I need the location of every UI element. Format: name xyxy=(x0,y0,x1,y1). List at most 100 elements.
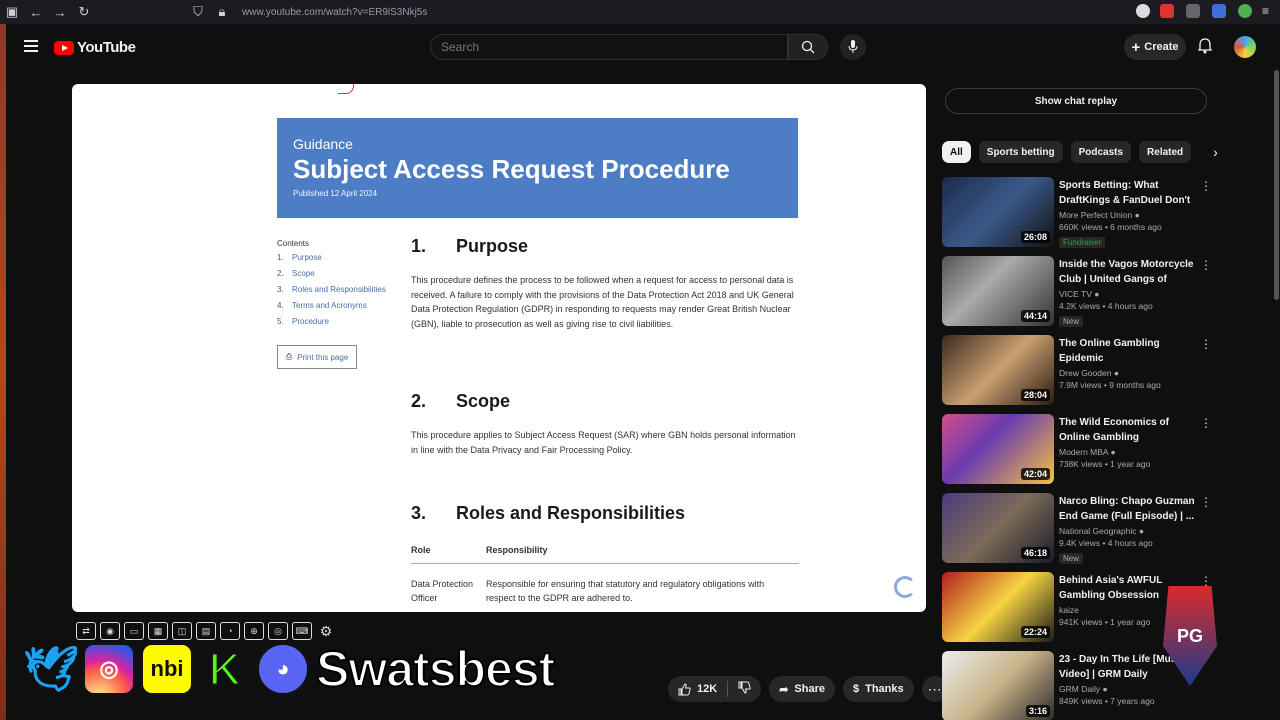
search-box[interactable] xyxy=(430,34,788,60)
video-meta: 9.4K views • 4 hours ago xyxy=(1059,538,1153,548)
video-title[interactable]: The Online Gambling Epidemic xyxy=(1059,337,1199,366)
like-count: 12K xyxy=(697,683,718,695)
url-text[interactable]: www.youtube.com/watch?v=ER9lS3Nkj5s xyxy=(242,7,427,18)
duration-badge: 44:14 xyxy=(1020,310,1050,322)
section-body: This procedure defines the process to be… xyxy=(411,275,794,329)
search-input[interactable] xyxy=(441,40,787,54)
list-item[interactable]: 28:04 The Online Gambling Epidemic Drew … xyxy=(942,335,1212,414)
video-player[interactable]: Guidance Subject Access Request Procedur… xyxy=(72,84,926,612)
video-thumbnail[interactable]: 46:18 xyxy=(942,493,1054,563)
channel-name[interactable]: National Geographic ● xyxy=(1059,526,1199,536)
channel-name[interactable]: More Perfect Union ● xyxy=(1059,210,1199,220)
contents-title: Contents xyxy=(277,239,310,248)
video-meta: 7.9M views • 9 months ago xyxy=(1059,380,1161,390)
channel-name[interactable]: VICE TV ● xyxy=(1059,289,1199,299)
thumbs-down-icon xyxy=(738,681,751,694)
twitter-icon: 🕊︎ xyxy=(23,645,79,694)
list-item[interactable]: 44:14 Inside the Vagos Motorcycle Club |… xyxy=(942,256,1212,335)
roles-table: Role Responsibility Data Protection Offi… xyxy=(411,545,799,605)
channel-name[interactable]: GRM Daily ● xyxy=(1059,684,1199,694)
toc-item: 5. Procedure xyxy=(277,317,329,326)
lock-icon: 🔒︎ xyxy=(218,4,226,19)
plus-icon: + xyxy=(1131,38,1141,56)
video-thumbnail[interactable]: 28:04 xyxy=(942,335,1054,405)
video-thumbnail[interactable]: 42:04 xyxy=(942,414,1054,484)
video-thumbnail[interactable]: 3:16 xyxy=(942,651,1054,720)
chip-all[interactable]: All xyxy=(942,141,971,163)
menu-icon[interactable]: ≡ xyxy=(1262,4,1276,18)
verified-icon: ● xyxy=(1134,210,1140,220)
duration-badge: 3:16 xyxy=(1025,705,1050,717)
video-meta: 738K views • 1 year ago xyxy=(1059,459,1151,469)
table-row: Data Protection Officer Responsible for … xyxy=(411,579,765,603)
duration-badge: 42:04 xyxy=(1020,468,1050,480)
table-of-contents: Contents 1. Purpose 2. Scope 3. Roles and R… xyxy=(277,239,397,333)
puzzle-icon[interactable] xyxy=(1186,4,1200,18)
toc-item: 1. Purpose xyxy=(277,253,322,262)
notifications-bell-icon[interactable] xyxy=(1197,38,1213,59)
video-thumbnail[interactable]: 44:14 xyxy=(942,256,1054,326)
section-heading: Purpose xyxy=(456,236,529,256)
create-button[interactable]: + Create xyxy=(1124,34,1186,60)
fundraiser-badge: Fundraiser xyxy=(1059,237,1106,248)
reload-icon[interactable]: ↻ xyxy=(72,4,96,20)
share-button[interactable]: ➦ Share xyxy=(769,676,835,702)
extension-icon[interactable] xyxy=(1160,4,1174,18)
video-title[interactable]: Sports Betting: What DraftKings & FanDue… xyxy=(1059,179,1199,208)
chip-related[interactable]: Related xyxy=(1139,141,1192,163)
list-item[interactable]: 3:16 23 - Day In The Life [Music Video] … xyxy=(942,651,1212,720)
hamburger-menu-icon[interactable] xyxy=(24,40,38,52)
duration-badge: 46:18 xyxy=(1020,547,1050,559)
kebab-menu-icon[interactable]: ⋮ xyxy=(1200,495,1212,509)
document-kicker: Guidance xyxy=(293,136,353,152)
video-title[interactable]: Narco Bling: Chapo Guzman End Game (Full… xyxy=(1059,495,1199,524)
back-icon[interactable]: ← xyxy=(24,5,48,20)
video-title[interactable]: Inside the Vagos Motorcycle Club | Unite… xyxy=(1059,258,1199,287)
channel-name[interactable]: Modern MBA ● xyxy=(1059,447,1199,457)
like-button[interactable]: 12K xyxy=(678,682,718,696)
duration-badge: 22:24 xyxy=(1020,626,1050,638)
share-icon: ➦ xyxy=(779,683,789,696)
verified-icon: ● xyxy=(1094,289,1100,299)
list-item[interactable]: 42:04 The Wild Economics of Online Gambl… xyxy=(942,414,1212,493)
kebab-menu-icon[interactable]: ⋮ xyxy=(1200,416,1212,430)
kebab-menu-icon[interactable]: ⋮ xyxy=(1200,179,1212,193)
video-thumbnail[interactable]: 22:24 xyxy=(942,572,1054,642)
sidebar-toggle-icon[interactable]: ▣ xyxy=(0,4,24,20)
kebab-menu-icon[interactable]: ⋮ xyxy=(1200,258,1212,272)
video-title[interactable]: The Wild Economics of Online Gambling xyxy=(1059,416,1199,445)
chevron-right-icon[interactable]: › xyxy=(1213,144,1218,160)
voice-search-button[interactable] xyxy=(840,34,866,60)
shield-icon[interactable]: ⛉ xyxy=(186,4,210,20)
list-item[interactable]: 26:08 Sports Betting: What DraftKings & … xyxy=(942,177,1212,256)
address-bar[interactable]: ⛉ 🔒︎ www.youtube.com/watch?v=ER9lS3Nkj5s xyxy=(186,2,1056,22)
user-avatar[interactable] xyxy=(1234,36,1256,58)
extension-icon[interactable] xyxy=(1136,4,1150,18)
extension-icon[interactable] xyxy=(1212,4,1226,18)
section-body: This procedure applies to Subject Access… xyxy=(411,430,796,455)
list-item[interactable]: 46:18 Narco Bling: Chapo Guzman End Game… xyxy=(942,493,1212,572)
kebab-menu-icon[interactable]: ⋮ xyxy=(1200,337,1212,351)
search-icon xyxy=(801,40,815,54)
thanks-button[interactable]: $ Thanks xyxy=(842,676,914,702)
dislike-button[interactable] xyxy=(738,681,751,697)
table-header: Role Responsibility xyxy=(411,545,799,564)
video-thumbnail[interactable]: 26:08 xyxy=(942,177,1054,247)
chip-sports-betting[interactable]: Sports betting xyxy=(978,141,1063,163)
video-meta: 660K views • 6 months ago xyxy=(1059,222,1162,232)
page-scrollbar[interactable] xyxy=(1274,70,1279,300)
youtube-logo[interactable]: YouTube xyxy=(54,39,136,56)
filter-chips: All Sports betting Podcasts Related › xyxy=(942,141,1218,163)
extension-icon[interactable] xyxy=(1238,4,1252,18)
forward-icon[interactable]: → xyxy=(48,5,72,20)
verified-icon: ● xyxy=(1102,684,1108,694)
youtube-play-icon xyxy=(54,40,74,55)
show-chat-replay-button[interactable]: Show chat replay xyxy=(945,88,1207,114)
kebab-menu-icon[interactable]: ⋮ xyxy=(1200,574,1212,588)
verified-icon: ● xyxy=(1113,368,1119,378)
like-dislike-group: 12K xyxy=(668,676,762,702)
chip-podcasts[interactable]: Podcasts xyxy=(1070,141,1132,163)
search-button[interactable] xyxy=(788,34,828,60)
channel-name[interactable]: Drew Gooden ● xyxy=(1059,368,1199,378)
watermark-logo xyxy=(894,576,916,598)
